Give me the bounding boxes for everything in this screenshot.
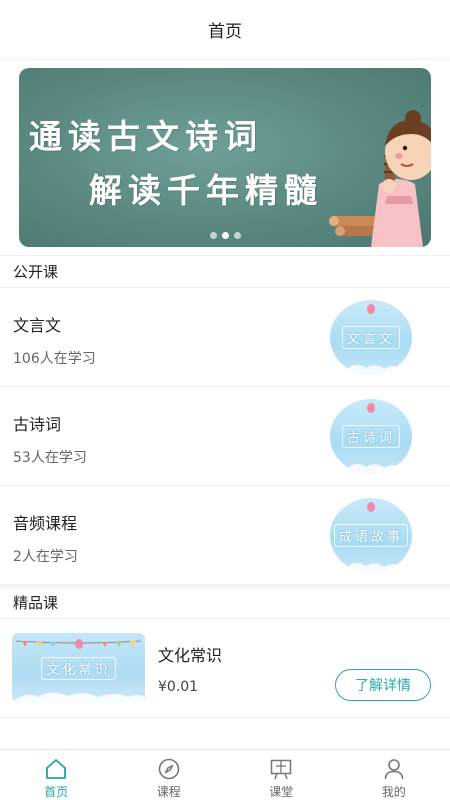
section-title-public: 公开课 <box>0 255 450 288</box>
banner-carousel[interactable]: 通读古文诗词 解读千年精髓 <box>19 68 431 247</box>
premium-course-title: 文化常识 <box>158 646 223 665</box>
compass-icon <box>158 758 180 780</box>
learn-more-button[interactable]: 了解详情 <box>335 669 431 701</box>
premium-course-row[interactable]: 文化常识 文化常识 ¥0.01 了解详情 <box>0 620 450 718</box>
banner-headline-1: 通读古文诗词 <box>29 117 263 156</box>
home-icon <box>46 759 67 779</box>
balloon-icon <box>367 304 375 314</box>
course-thumbnail[interactable]: 古诗词 <box>330 399 412 474</box>
course-name: 音频课程 <box>13 514 78 533</box>
cloud-decoration <box>12 692 145 703</box>
course-row[interactable]: 文言文 106人在学习 文言文 <box>0 288 450 387</box>
scholar-illustration <box>329 110 431 247</box>
tab-label: 我的 <box>381 785 406 799</box>
thumbnail-text: 文化常识 <box>41 656 116 680</box>
thumbnail-text: 成语故事 <box>333 524 408 547</box>
thumbnail-text: 古诗词 <box>341 425 400 448</box>
carousel-indicator <box>19 232 431 239</box>
user-icon <box>384 759 404 780</box>
course-learner-count: 53人在学习 <box>13 450 87 466</box>
course-name: 古诗词 <box>13 415 62 434</box>
course-name: 文言文 <box>13 316 62 335</box>
tab-label: 课堂 <box>269 785 294 799</box>
tab-label: 首页 <box>44 785 69 799</box>
section-title-premium: 精品课 <box>0 586 450 619</box>
carousel-dot-active[interactable] <box>221 232 229 239</box>
top-header: 首页 <box>0 0 450 60</box>
course-row[interactable]: 古诗词 53人在学习 古诗词 <box>0 387 450 486</box>
page-title: 首页 <box>208 22 242 42</box>
course-thumbnail[interactable]: 成语故事 <box>330 498 412 573</box>
bottom-tab-bar: 首页 课程 课堂 我的 <box>0 749 450 800</box>
cloud-decoration <box>330 562 412 573</box>
course-learner-count: 2人在学习 <box>13 549 78 565</box>
carousel-dot[interactable] <box>209 232 217 239</box>
tab-profile[interactable]: 我的 <box>338 750 450 800</box>
balloon-icon <box>367 403 375 413</box>
premium-course-thumbnail[interactable]: 文化常识 <box>12 633 145 703</box>
carousel-dot[interactable] <box>233 232 241 239</box>
course-learner-count: 106人在学习 <box>13 351 96 367</box>
balloon-icon <box>74 639 83 649</box>
thumbnail-text: 文言文 <box>341 326 400 349</box>
tab-courses[interactable]: 课程 <box>113 750 226 800</box>
cloud-decoration <box>330 463 412 474</box>
cloud-decoration <box>330 364 412 375</box>
balloon-icon <box>367 502 375 512</box>
banner-headline-2: 解读千年精髓 <box>89 171 323 210</box>
premium-course-price: ¥0.01 <box>158 679 199 695</box>
classroom-icon <box>271 759 292 780</box>
tab-label: 课程 <box>156 785 181 799</box>
tab-classroom[interactable]: 课堂 <box>225 750 338 800</box>
course-row[interactable]: 音频课程 2人在学习 成语故事 <box>0 486 450 585</box>
course-thumbnail[interactable]: 文言文 <box>330 300 412 375</box>
tab-home[interactable]: 首页 <box>0 750 113 800</box>
banner-section: 通读古文诗词 解读千年精髓 <box>0 60 450 256</box>
